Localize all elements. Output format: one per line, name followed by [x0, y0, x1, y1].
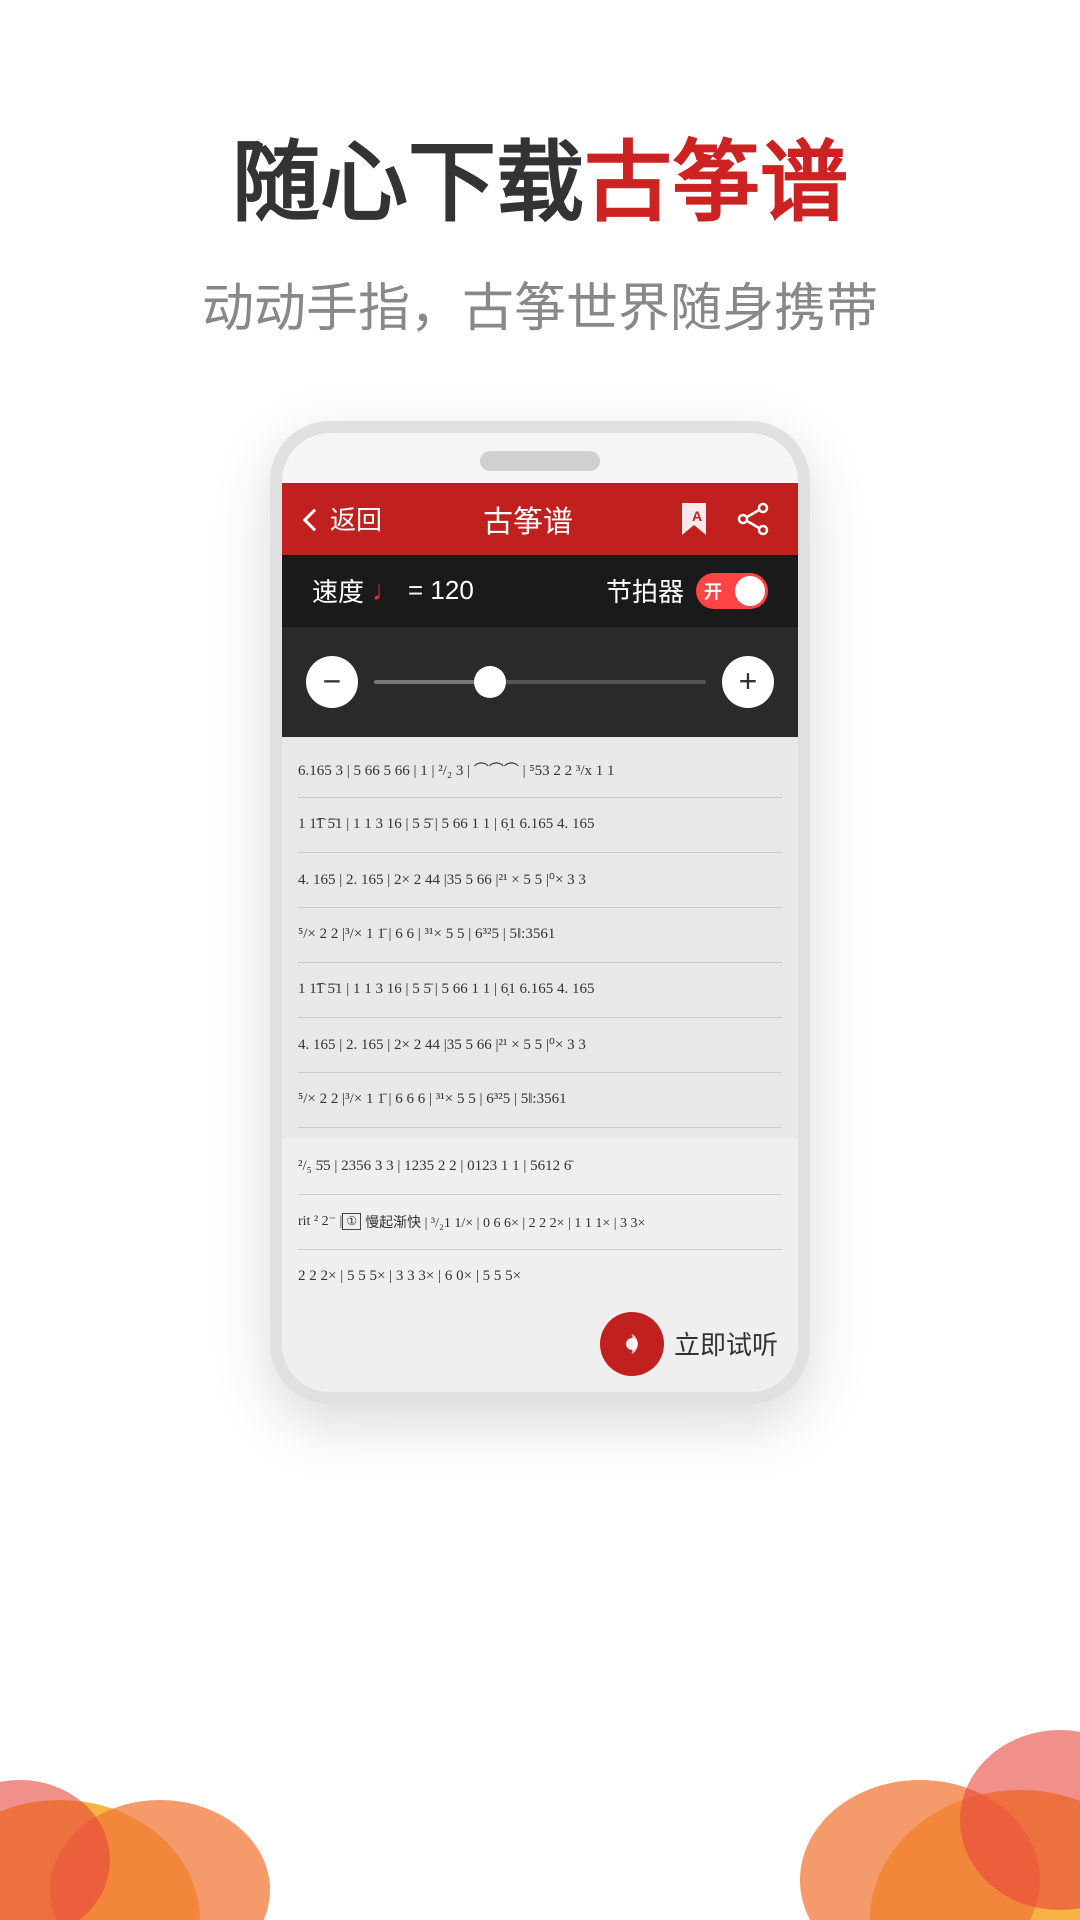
decrease-button[interactable]: −	[306, 656, 358, 708]
metronome-section: 节拍器 开	[606, 572, 768, 609]
app-screen: 返回 古筝谱 A	[282, 483, 798, 1392]
bookmark-button[interactable]: A	[674, 499, 714, 539]
main-title: 随心下载古筝谱	[0, 130, 1080, 236]
header-section: 随心下载古筝谱 动动手指，古筝世界随身携带	[0, 0, 1080, 401]
bg-decoration-left	[0, 1660, 280, 1920]
metronome-bar: 速度 ♩ = 120 节拍器 开	[282, 555, 798, 627]
separator-9	[298, 1249, 782, 1250]
music-note-icon: ♩	[372, 575, 400, 607]
main-title-red: 古筝谱	[584, 133, 848, 232]
separator-6	[298, 1072, 782, 1073]
separator-8	[298, 1194, 782, 1195]
phone-container: 返回 古筝谱 A	[0, 401, 1080, 1404]
bg-decoration-right	[760, 1620, 1080, 1920]
sheet-music-area: 6.165 3 | 5 66 5 66 | 1 | ²/₂ 3 | ⌒⌒⌒ | …	[282, 737, 798, 1138]
toggle-thumb	[735, 576, 765, 606]
page-title: 古筝谱	[483, 497, 573, 541]
phone-speaker	[480, 451, 600, 471]
listen-label: 立即试听	[674, 1325, 778, 1362]
slider-area: − +	[282, 627, 798, 737]
tempo-value: = 120	[408, 575, 474, 606]
app-header: 返回 古筝谱 A	[282, 483, 798, 555]
lower-sheet-area: ²/₅ 5̄5 | 2356 3 3 | 1235 2 2 | 0123 1 1…	[282, 1138, 798, 1392]
listen-icon	[600, 1312, 664, 1376]
notation-row-6: 4. 165 | 2. 165 | 2× 2 44 |35 5 66 |²¹ ×…	[282, 1020, 798, 1070]
bottom-notation-row-3: 2 2 2× | 5 5 5× | 3 3 3× | 6 0× | 5 5 5×	[282, 1252, 798, 1302]
notation-row-2: 1 1͡1 5̄1 | 1 1 3 16 | 5 5̄ | 5 66 1 1 |…	[282, 800, 798, 850]
bookmark-icon: A	[678, 501, 710, 537]
notation-row-5: 1 1͡1 5̄1 | 1 1 3 16 | 5 5̄ | 5 66 1 1 |…	[282, 965, 798, 1015]
speaker-icon	[617, 1329, 647, 1359]
notation-row-1: 6.165 3 | 5 66 5 66 | 1 | ²/₂ 3 | ⌒⌒⌒ | …	[282, 745, 798, 795]
notation-row-7: ⁵/× 2 2 |³/× 1 1̄ | 6 6 6 | ³¹× 5 5 | 6³…	[282, 1075, 798, 1125]
notation-box: ①	[342, 1213, 361, 1230]
bottom-notation-row-1: ²/₅ 5̄5 | 2356 3 3 | 1235 2 2 | 0123 1 1…	[282, 1142, 798, 1192]
phone-mockup: 返回 古筝谱 A	[270, 421, 810, 1404]
header-icons: A	[674, 499, 774, 539]
tempo-label: 速度	[312, 572, 364, 609]
separator-4	[298, 962, 782, 963]
separator-5	[298, 1017, 782, 1018]
tempo-section: 速度 ♩ = 120	[312, 572, 474, 609]
chevron-left-icon	[303, 508, 326, 531]
toggle-on-label: 开	[704, 578, 722, 604]
slider-thumb	[474, 666, 506, 698]
increase-button[interactable]: +	[722, 656, 774, 708]
back-button[interactable]: 返回	[306, 500, 382, 537]
share-button[interactable]	[734, 499, 774, 539]
main-title-prefix: 随心下载	[232, 133, 584, 232]
listen-button[interactable]: 立即试听	[600, 1312, 778, 1376]
svg-text:A: A	[692, 508, 702, 524]
listen-section: 立即试听	[282, 1302, 798, 1388]
bottom-notation-row-2: rit ² 2⁻ | ① 慢起渐快 | ³/₂1 1/× | 0 6 6× | …	[282, 1197, 798, 1247]
metronome-toggle[interactable]: 开	[696, 573, 768, 609]
metronome-label: 节拍器	[606, 572, 684, 609]
notation-row-4: ⁵/× 2 2 |³/× 1 1̄ | 6 6 | ³¹× 5 5 | 6³²5…	[282, 910, 798, 960]
separator-7	[298, 1127, 782, 1128]
separator-1	[298, 797, 782, 798]
tempo-slider[interactable]	[374, 680, 706, 684]
share-icon	[737, 502, 771, 536]
notation-row-3: 4. 165 | 2. 165 | 2× 2 44 |35 5 66 |²¹ ×…	[282, 855, 798, 905]
sub-title: 动动手指，古筝世界随身携带	[0, 266, 1080, 341]
slider-fill	[374, 680, 490, 684]
slider-track	[374, 680, 706, 684]
separator-2	[298, 852, 782, 853]
back-label: 返回	[330, 500, 382, 537]
separator-3	[298, 907, 782, 908]
